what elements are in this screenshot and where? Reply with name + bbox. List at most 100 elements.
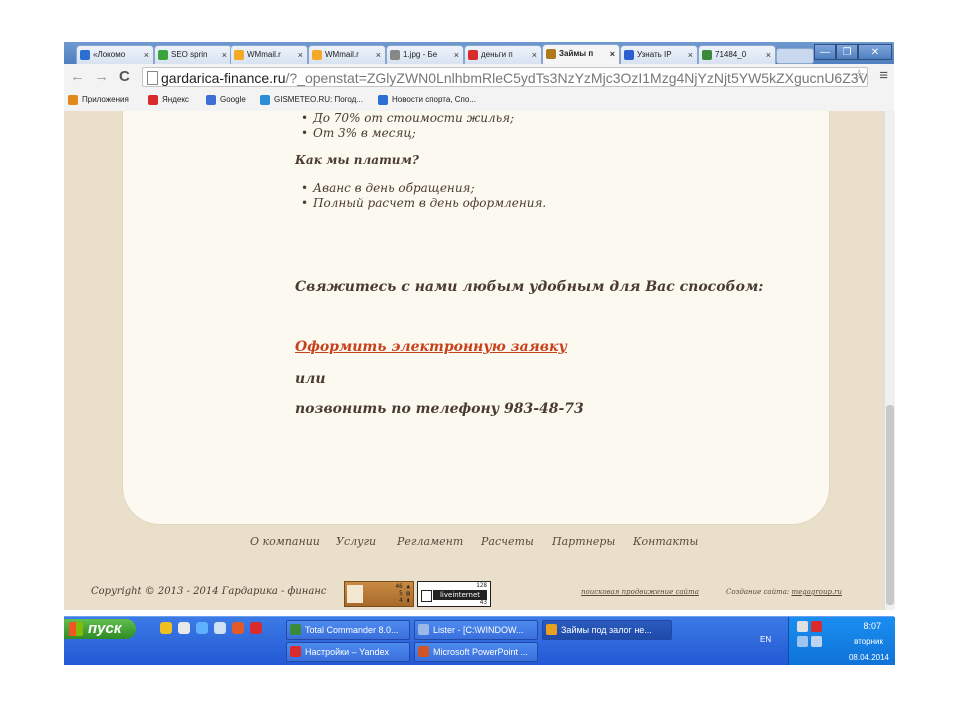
contact-heading: Свяжитесь с нами любым удобным для Вас с… bbox=[295, 279, 764, 295]
bookmark-label: Новости спорта, Спо... bbox=[392, 95, 476, 104]
network-icon[interactable] bbox=[797, 636, 808, 647]
close-tab-icon[interactable]: × bbox=[610, 45, 615, 63]
seo-link[interactable]: поисковая продвижение сайта bbox=[581, 588, 699, 596]
megagroup-link[interactable]: megagroup.ru bbox=[791, 588, 842, 596]
antivirus-icon[interactable] bbox=[811, 621, 822, 632]
bookmark-favicon-icon bbox=[68, 95, 78, 105]
task-label: Total Commander 8.0... bbox=[305, 625, 399, 635]
close-tab-icon[interactable]: × bbox=[688, 46, 693, 64]
bookmark-item[interactable]: Google bbox=[206, 95, 246, 105]
bookmark-label: GISMETEO.RU: Погод... bbox=[274, 95, 363, 104]
browser-tab[interactable]: «Локомо × bbox=[76, 45, 154, 64]
browser-tab[interactable]: WMmail.r × bbox=[308, 45, 386, 64]
browser-tab[interactable]: Займы п × bbox=[542, 44, 620, 64]
close-tab-icon[interactable]: × bbox=[532, 46, 537, 64]
task-label: Настройки – Yandex bbox=[305, 647, 389, 657]
start-button[interactable]: пуск bbox=[64, 619, 136, 639]
tab-label: SEO sprin bbox=[171, 50, 208, 59]
address-bar[interactable]: gardarica-finance.ru/?_openstat=ZGlyZWN0… bbox=[142, 67, 868, 87]
minimize-button[interactable]: — bbox=[814, 44, 836, 60]
footer-link-services[interactable]: Услуги bbox=[336, 535, 376, 548]
bookmark-label: Google bbox=[220, 95, 246, 104]
taskbar-task[interactable]: Lister - [C:\WINDOW... bbox=[414, 620, 538, 640]
clock-date: 08.04.2014 bbox=[848, 653, 889, 662]
close-tab-icon[interactable]: × bbox=[222, 46, 227, 64]
phone-text: позвонить по телефону 983-48-73 bbox=[295, 401, 584, 417]
forward-arrow-icon[interactable]: → bbox=[94, 68, 109, 85]
tab-label: Узнать IP bbox=[637, 50, 672, 59]
wmmail-favicon-icon bbox=[312, 50, 322, 60]
bookmark-favicon-icon bbox=[148, 95, 158, 105]
url-host: gardarica-finance.ru bbox=[161, 70, 286, 86]
ie-icon[interactable] bbox=[196, 622, 208, 634]
maximize-button[interactable]: ❐ bbox=[836, 44, 858, 60]
bookmark-favicon-icon bbox=[260, 95, 270, 105]
scrollbar-thumb[interactable] bbox=[886, 405, 894, 605]
language-indicator[interactable]: EN bbox=[760, 635, 771, 644]
desktop-icon[interactable] bbox=[214, 622, 226, 634]
windows-taskbar: пуск Total Commander 8.0... Lister - [C:\… bbox=[64, 616, 895, 665]
url-path: /?_openstat=ZGlyZWN0LnlhbmRleC5ydTs3NzYz… bbox=[285, 70, 868, 86]
content-panel bbox=[122, 111, 830, 525]
new-tab-button[interactable] bbox=[776, 48, 814, 64]
task-label: Займы под залог не... bbox=[561, 625, 652, 635]
taskbar-task[interactable]: Настройки – Yandex bbox=[286, 642, 410, 662]
apply-online-link[interactable]: Оформить электронную заявку bbox=[295, 339, 567, 355]
bookmark-star-icon[interactable]: ☆ bbox=[853, 66, 866, 84]
taskbar-task[interactable]: Microsoft PowerPoint ... bbox=[414, 642, 538, 662]
reload-icon[interactable]: C bbox=[119, 68, 130, 85]
browser-tab[interactable]: Узнать IP × bbox=[620, 45, 698, 64]
page-scrollbar[interactable] bbox=[884, 111, 895, 610]
browser-tab[interactable]: SEO sprin × bbox=[154, 45, 232, 64]
site-credit: Создание сайта: megagroup.ru bbox=[726, 588, 843, 596]
close-tab-icon[interactable]: × bbox=[454, 46, 459, 64]
list-item: От 3% в месяц; bbox=[301, 126, 416, 140]
close-tab-icon[interactable]: × bbox=[298, 46, 303, 64]
image-favicon-icon bbox=[702, 50, 712, 60]
close-tab-icon[interactable]: × bbox=[144, 46, 149, 64]
bookmark-label: Яндекс bbox=[162, 95, 189, 104]
browser-chrome: «Локомо × SEO sprin × WMmail.r × WMmail.r × 1.jp… bbox=[64, 42, 894, 112]
bookmark-item[interactable]: GISMETEO.RU: Погод... bbox=[260, 95, 363, 105]
back-arrow-icon[interactable]: ← bbox=[70, 68, 85, 85]
footer-link-calculations[interactable]: Расчеты bbox=[481, 535, 534, 548]
liveinternet-number: 128 bbox=[476, 582, 487, 589]
system-tray: 8:07 вторник 08.04.2014 bbox=[788, 617, 895, 665]
app-icon bbox=[290, 646, 301, 657]
footer-link-contacts[interactable]: Контакты bbox=[633, 535, 698, 548]
clock-time[interactable]: 8:07 bbox=[863, 621, 881, 631]
taskbar-task[interactable]: Займы под залог не... bbox=[542, 620, 672, 640]
browser-tab[interactable]: деньги п × bbox=[464, 45, 542, 64]
footer-link-about[interactable]: О компании bbox=[250, 535, 320, 548]
page-icon bbox=[147, 71, 158, 85]
wmmail-favicon-icon bbox=[234, 50, 244, 60]
counter-values: 46 ▲ 5 ▤ 4 ▮ bbox=[395, 583, 410, 604]
close-window-button[interactable]: ✕ bbox=[858, 44, 892, 60]
chrome-icon[interactable] bbox=[232, 622, 244, 634]
or-text: или bbox=[295, 371, 326, 387]
liveinternet-counter[interactable]: liveinternet 128 43 bbox=[417, 581, 491, 607]
bookmark-item[interactable]: Новости спорта, Спо... bbox=[378, 95, 476, 105]
quicklaunch-icon[interactable] bbox=[160, 622, 172, 634]
menu-icon[interactable]: ≡ bbox=[879, 67, 888, 84]
yandex-icon[interactable] bbox=[250, 622, 262, 634]
browser-tab[interactable]: 71484_0 × bbox=[698, 45, 776, 64]
browser-tab[interactable]: 1.jpg - Бе × bbox=[386, 45, 464, 64]
task-label: Microsoft PowerPoint ... bbox=[433, 647, 529, 657]
browser-tab[interactable]: WMmail.r × bbox=[230, 45, 308, 64]
visit-counter[interactable]: 46 ▲ 5 ▤ 4 ▮ bbox=[344, 581, 414, 607]
counter-logo-icon bbox=[347, 585, 363, 603]
app-icon bbox=[290, 624, 301, 635]
payment-heading: Как мы платим? bbox=[295, 153, 419, 167]
taskbar-task[interactable]: Total Commander 8.0... bbox=[286, 620, 410, 640]
liveinternet-icon bbox=[421, 590, 432, 602]
close-tab-icon[interactable]: × bbox=[376, 46, 381, 64]
volume-icon[interactable] bbox=[797, 621, 808, 632]
footer-link-regulations[interactable]: Регламент bbox=[397, 535, 463, 548]
bookmark-item[interactable]: Приложения bbox=[68, 95, 129, 105]
tray-icon[interactable] bbox=[811, 636, 822, 647]
footer-link-partners[interactable]: Партнеры bbox=[552, 535, 615, 548]
quicklaunch-icon[interactable] bbox=[178, 622, 190, 634]
close-tab-icon[interactable]: × bbox=[766, 46, 771, 64]
bookmark-item[interactable]: Яндекс bbox=[148, 95, 189, 105]
